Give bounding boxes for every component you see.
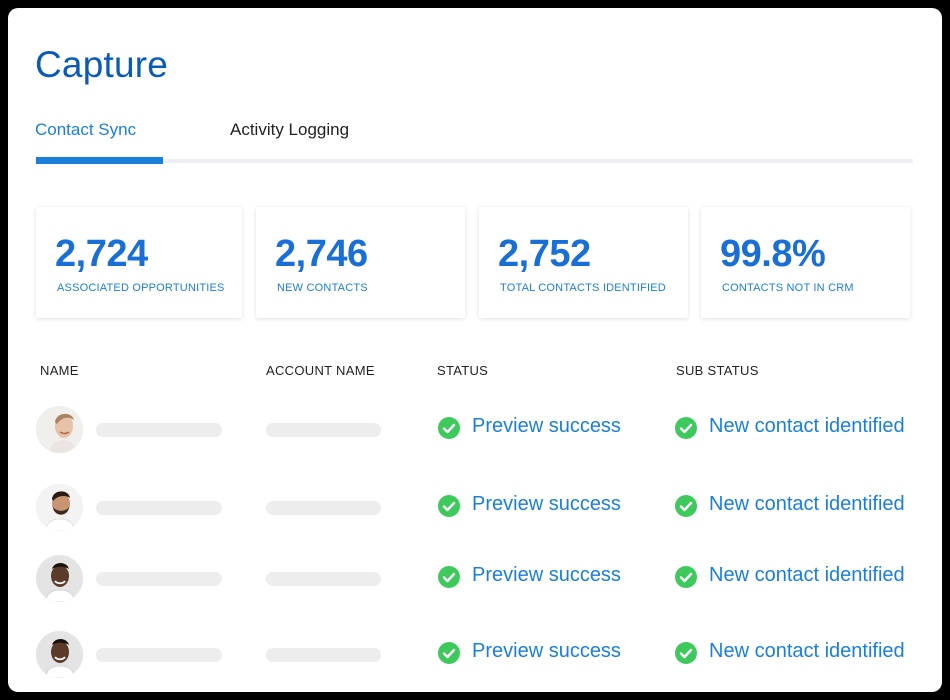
name-placeholder [96,501,222,515]
stat-card-total-contacts: 2,752 TOTAL CONTACTS IDENTIFIED [479,207,688,318]
check-circle-icon [675,417,697,439]
stat-card-new-contacts: 2,746 NEW CONTACTS [256,207,465,318]
sub-status-text: New contact identified [709,564,905,586]
account-name-placeholder [266,572,381,586]
stat-card-opportunities: 2,724 ASSOCIATED OPPORTUNITIES [36,207,242,318]
smiling-man-avatar [36,555,83,602]
stat-value: 2,746 [275,233,368,275]
smiling-man-avatar [36,631,83,678]
account-name-placeholder [266,648,381,662]
table-row[interactable]: Preview success New contact identified [8,551,942,607]
name-placeholder [96,648,222,662]
stat-label: NEW CONTACTS [277,282,368,294]
stat-label: CONTACTS NOT IN CRM [722,282,854,294]
column-header-name[interactable]: NAME [40,363,79,378]
status-text: Preview success [472,493,621,515]
sub-status-text: New contact identified [709,640,905,662]
table-row[interactable]: Preview success New contact identified [8,402,942,458]
woman-smiling-avatar [36,406,83,453]
check-circle-icon [438,642,460,664]
bearded-man-avatar [36,484,83,531]
check-circle-icon [438,417,460,439]
column-header-sub-status[interactable]: SUB STATUS [676,363,759,378]
table-row[interactable]: Preview success New contact identified [8,480,942,536]
name-placeholder [96,572,222,586]
column-header-account-name[interactable]: ACCOUNT NAME [266,363,375,378]
stat-value: 2,724 [55,233,148,275]
tab-track [35,159,913,163]
account-name-placeholder [266,423,381,437]
status-text: Preview success [472,415,621,437]
capture-panel: Capture Contact Sync Activity Logging 2,… [8,8,942,692]
stat-value: 99.8% [720,233,826,275]
check-circle-icon [438,566,460,588]
sub-status-text: New contact identified [709,493,905,515]
table-row[interactable]: Preview success New contact identified [8,627,942,683]
active-tab-indicator [36,157,163,164]
status-text: Preview success [472,564,621,586]
stat-value: 2,752 [498,233,591,275]
account-name-placeholder [266,501,381,515]
tab-bar: Contact Sync Activity Logging [35,118,913,168]
check-circle-icon [675,642,697,664]
check-circle-icon [675,495,697,517]
stat-label: TOTAL CONTACTS IDENTIFIED [500,282,666,294]
check-circle-icon [675,566,697,588]
name-placeholder [96,423,222,437]
stat-card-not-in-crm: 99.8% CONTACTS NOT IN CRM [701,207,910,318]
status-text: Preview success [472,640,621,662]
column-header-status[interactable]: STATUS [437,363,488,378]
tab-contact-sync[interactable]: Contact Sync [35,120,136,140]
sub-status-text: New contact identified [709,415,905,437]
stat-label: ASSOCIATED OPPORTUNITIES [57,282,225,294]
tab-activity-logging[interactable]: Activity Logging [230,120,349,140]
page-title: Capture [35,44,169,85]
check-circle-icon [438,495,460,517]
